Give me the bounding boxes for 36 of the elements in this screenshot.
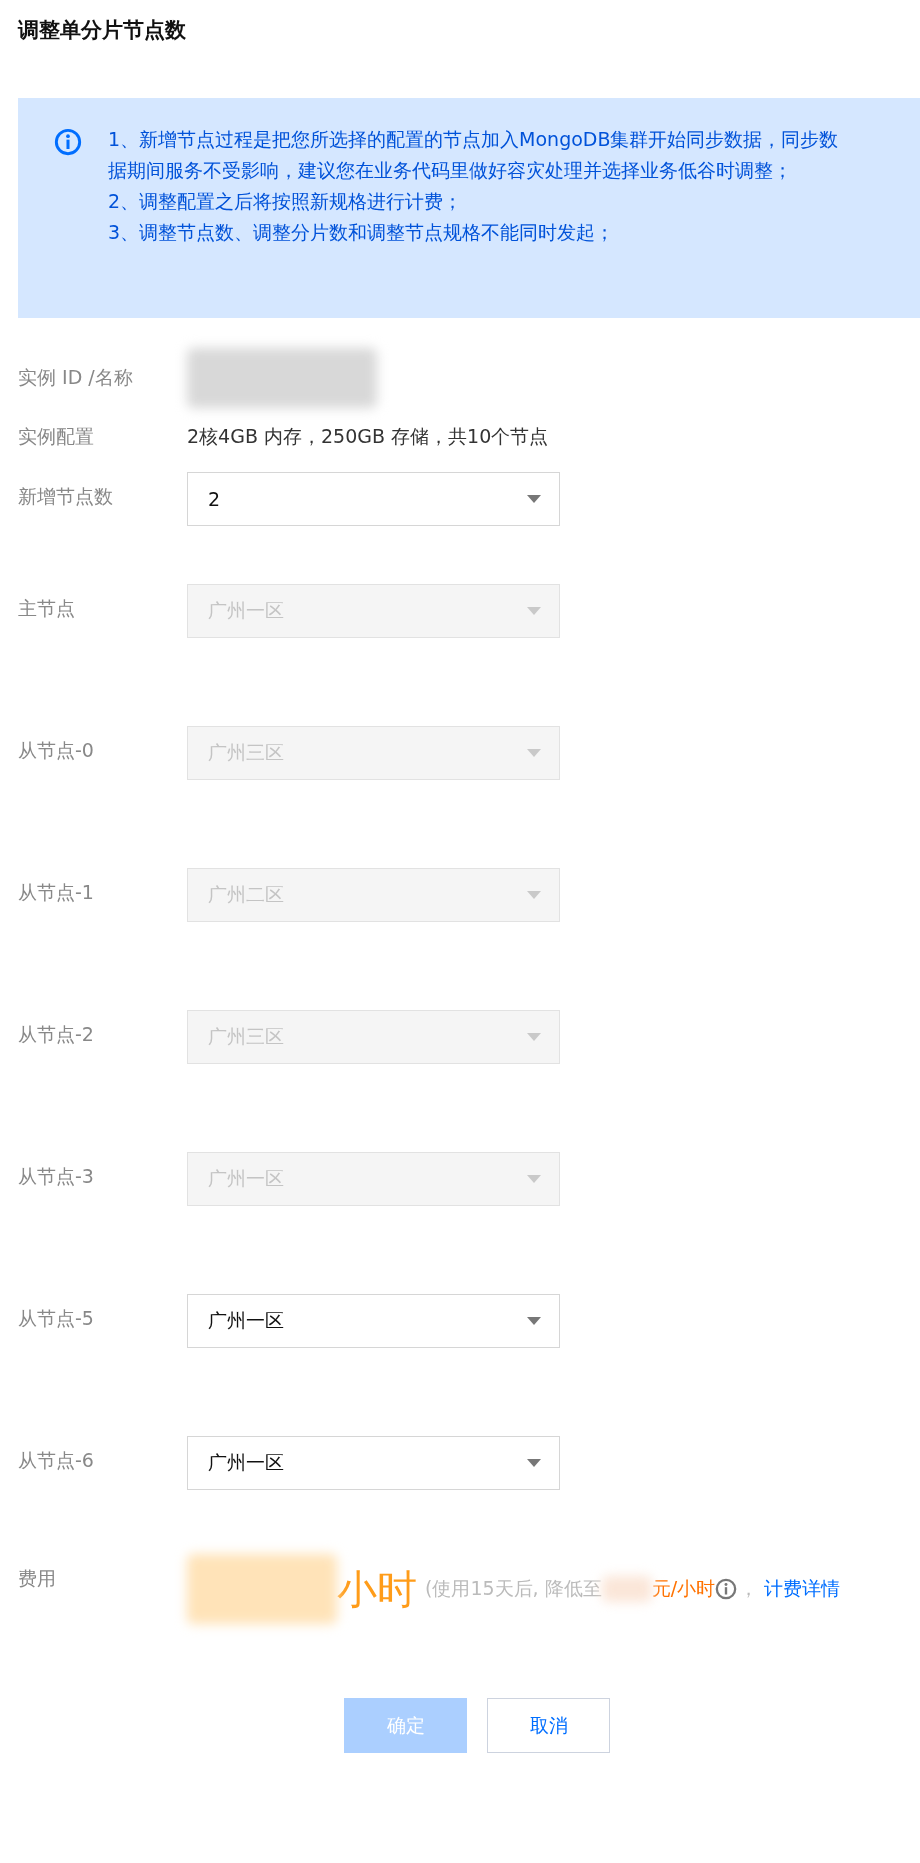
- field-label: 从节点-0: [18, 738, 95, 763]
- caret-icon: [527, 1033, 541, 1041]
- info-icon: [715, 1578, 738, 1600]
- notice-text: 1、新增节点过程是把您所选择的配置的节点加入MongoDB集群开始同步数据，同步数据期间服务不受影响，建议您在业务代码里做好容灾处理并选择业务低谷时调整；: [108, 127, 840, 183]
- field-label: 实例配置: [18, 424, 95, 449]
- dropdown[interactable]: 2: [187, 472, 560, 526]
- caret-icon: [527, 607, 541, 615]
- redacted-blur: [601, 1576, 652, 1602]
- billing-link[interactable]: 计费详情: [764, 1576, 841, 1602]
- cancel-button[interactable]: 取消: [487, 1698, 610, 1753]
- caret-icon: [527, 495, 541, 503]
- price-unit: 小时: [337, 1565, 417, 1614]
- field-label: 从节点-6: [18, 1448, 95, 1473]
- caret-icon: [527, 891, 541, 899]
- dropdown[interactable]: 广州一区: [187, 1294, 560, 1348]
- dropdown[interactable]: 广州一区: [187, 1436, 560, 1490]
- discount-unit: 元/小时: [651, 1576, 716, 1601]
- caret-icon: [527, 1317, 541, 1325]
- notice-text: 3、调整节点数、调整分片数和调整节点规格不能同时发起；: [108, 220, 616, 245]
- caret-icon: [527, 749, 541, 757]
- field-label: 从节点-5: [18, 1306, 95, 1331]
- notice-text: 2、调整配置之后将按照新规格进行计费；: [108, 189, 464, 214]
- field-label: 费用: [18, 1566, 57, 1591]
- field-label: 主节点: [18, 596, 76, 621]
- config-value: 2核4GB 内存，250GB 存储，共10个节点: [187, 424, 549, 449]
- field-label: 实例 ID /名称: [18, 365, 134, 390]
- separator-text: ，: [739, 1576, 759, 1601]
- dialog-title: 调整单分片节点数: [18, 17, 187, 44]
- field-label: 新增节点数: [18, 484, 114, 509]
- caret-icon: [527, 1459, 541, 1467]
- field-label: 从节点-1: [18, 880, 95, 905]
- field-label: 从节点-3: [18, 1164, 95, 1189]
- caret-icon: [527, 1175, 541, 1183]
- info-icon: [54, 128, 82, 156]
- discount-note: (使用15天后, 降低至: [425, 1576, 602, 1601]
- field-label: 从节点-2: [18, 1022, 95, 1047]
